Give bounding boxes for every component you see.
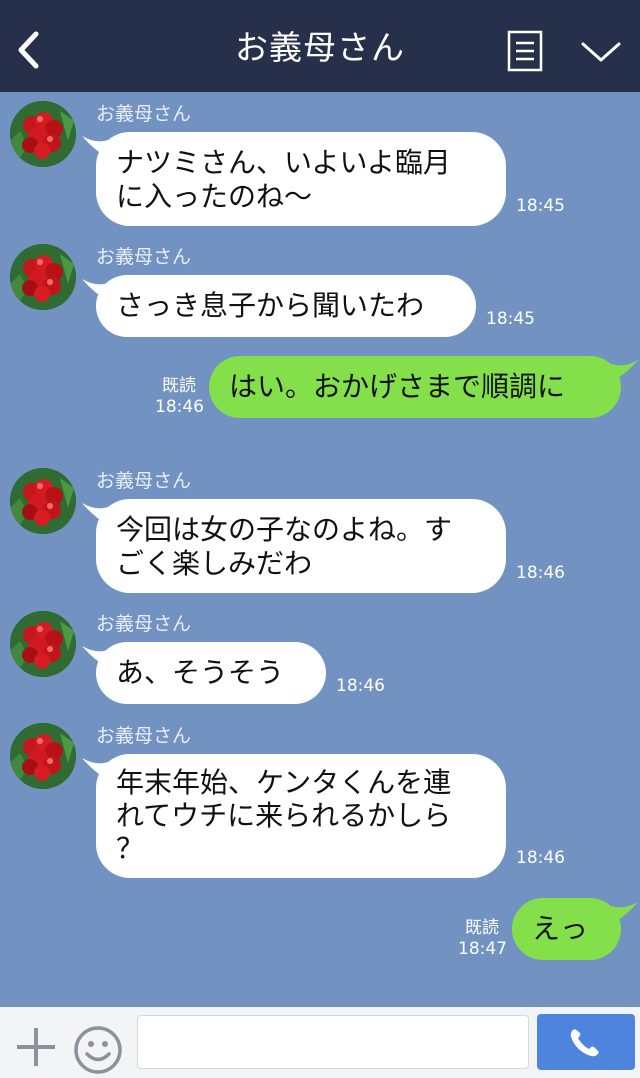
read-receipt: 既読 — [162, 376, 196, 396]
sender-name: お義母さん — [96, 246, 192, 268]
message-line: ？ — [116, 832, 145, 865]
message-line: えっ — [532, 912, 589, 945]
bubble-tail — [612, 902, 638, 924]
message-line: に入ったのね〜 — [116, 180, 313, 213]
chat-title: お義母さん — [235, 28, 405, 67]
chevron-down-icon[interactable] — [580, 38, 622, 66]
message-line: れてウチに来られるかしら — [116, 799, 452, 832]
message-time: 18:45 — [486, 309, 535, 329]
message-time: 18:47 — [458, 939, 507, 959]
message-bubble[interactable]: 今回は女の子なのよね。す ごく楽しみだわ — [96, 499, 506, 593]
avatar-image — [10, 244, 76, 310]
avatar-image — [10, 723, 76, 789]
plus-icon[interactable] — [15, 1026, 57, 1068]
message-line: ナツミさん、いよいよ臨月 — [116, 146, 451, 179]
read-receipt: 既読 — [465, 918, 499, 938]
bubble-tail — [612, 360, 638, 382]
message-time: 18:46 — [516, 848, 565, 868]
sender-name: お義母さん — [96, 470, 192, 492]
chat-header: お義母さん — [0, 0, 640, 92]
sender-name: お義母さん — [96, 103, 192, 125]
message-bubble[interactable]: 年末年始、ケンタくんを連 れてウチに来られるかしら ？ — [96, 754, 506, 878]
smiley-icon[interactable] — [73, 1025, 123, 1075]
message-incoming: お義母さん ナツミさん、いよいよ臨月 に入ったのね〜 18:45 — [0, 92, 640, 232]
message-outgoing: 既読 18:46 はい。おかげさまで順調に — [0, 354, 640, 424]
message-bubble[interactable]: えっ — [512, 898, 621, 960]
message-incoming: お義母さん 年末年始、ケンタくんを連 れてウチに来られるかしら ？ 18:46 — [0, 714, 640, 894]
message-line: ごく楽しみだわ — [116, 547, 313, 580]
avatar-image — [10, 611, 76, 677]
message-time: 18:46 — [516, 563, 565, 583]
message-input[interactable] — [137, 1015, 529, 1069]
avatar[interactable] — [10, 611, 76, 677]
avatar-image — [10, 468, 76, 534]
message-incoming: お義母さん さっき息子から聞いたわ 18:45 — [0, 235, 640, 345]
message-incoming: お義母さん 今回は女の子なのよね。す ごく楽しみだわ 18:46 — [0, 459, 640, 599]
message-incoming: お義母さん あ、そうそう 18:46 — [0, 602, 640, 712]
chat-area[interactable]: お義母さん ナツミさん、いよいよ臨月 に入ったのね〜 18:45 お義母さん さ… — [0, 92, 640, 1007]
message-line: はい。おかげさまで順調に — [229, 370, 566, 403]
message-outgoing: 既読 18:47 えっ — [0, 896, 640, 966]
message-bubble[interactable]: あ、そうそう — [96, 642, 326, 704]
avatar[interactable] — [10, 244, 76, 310]
avatar-image — [10, 101, 76, 167]
message-line: あ、そうそう — [116, 656, 285, 689]
avatar[interactable] — [10, 468, 76, 534]
message-time: 18:46 — [336, 676, 385, 696]
message-time: 18:45 — [516, 196, 565, 216]
message-time: 18:46 — [155, 397, 204, 417]
message-line: さっき息子から聞いたわ — [116, 289, 425, 322]
note-icon[interactable] — [507, 30, 543, 72]
call-button[interactable] — [537, 1014, 635, 1070]
message-bubble[interactable]: さっき息子から聞いたわ — [96, 275, 476, 337]
avatar[interactable] — [10, 101, 76, 167]
message-bubble[interactable]: はい。おかげさまで順調に — [209, 356, 621, 418]
message-bubble[interactable]: ナツミさん、いよいよ臨月 に入ったのね〜 — [96, 132, 506, 226]
phone-icon — [570, 1029, 599, 1057]
sender-name: お義母さん — [96, 725, 192, 747]
sender-name: お義母さん — [96, 613, 192, 635]
message-composer — [0, 1007, 640, 1078]
message-line: 年末年始、ケンタくんを連 — [116, 766, 452, 799]
message-line: 今回は女の子なのよね。す — [116, 513, 453, 546]
avatar[interactable] — [10, 723, 76, 789]
